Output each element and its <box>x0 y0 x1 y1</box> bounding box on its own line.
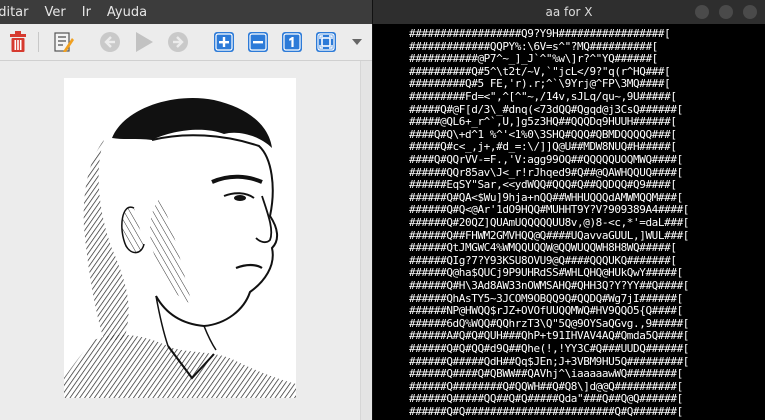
terminal-line: ######Q########Q#QQWH##Q#Q8\]d@@Q#######… <box>409 379 683 393</box>
image-viewer-window: Editar Ver Ir Ayuda <box>0 0 373 420</box>
sketch-portrait-image <box>64 78 296 398</box>
close-button[interactable] <box>743 5 757 19</box>
play-button[interactable] <box>132 30 156 54</box>
terminal-line: ######Q#####QQ##Q#Q#####Qda"###Q##Q@Q###… <box>409 392 683 406</box>
terminal-line: ######QQr85av\J<_r!rJhqed9#Q##@QAWHQQUQ#… <box>409 165 683 179</box>
terminal-line: ######QIg?7?Y93KSU8OVU9@Q####QQQUKQ#####… <box>409 253 677 267</box>
dropdown-chevron-icon <box>352 39 362 45</box>
fit-window-button[interactable] <box>314 30 338 54</box>
zoom-in-button[interactable] <box>212 30 236 54</box>
terminal-line: ######EqSY"Sar,<<ydWQQ#QQQ#Q##QQDQQ#Q9##… <box>409 178 677 192</box>
terminal-line: ######Q#####QdH##Qq$JEn;J+3VBM9HU5Q#####… <box>409 354 690 368</box>
terminal-title: aa for X <box>545 5 593 19</box>
zoom-out-icon <box>248 32 268 52</box>
terminal-line: ####Q#QQrVV-=F.,'V:agg99OQ##QQQQQUOQMWQ#… <box>409 153 683 166</box>
terminal-line: ##########Q#5^\t2t/~V,`"jcL</9?"q(r^HQ##… <box>409 64 671 78</box>
toolbar <box>0 24 372 61</box>
terminal-line: ######Q#H\3Ad8AW33nOWMSAHQ#QHH3Q?Y?YY##Q… <box>409 279 690 292</box>
zoom-in-icon <box>214 32 234 52</box>
back-arrow-icon <box>100 32 120 52</box>
terminal-line: #####@QL6+_r^`,U,]g5z3HQ##QQQDq9HUUH####… <box>409 115 677 129</box>
terminal-line: #########Fd=<",^[^"~,/14v,sJLq/qu~,9U###… <box>409 90 677 103</box>
forward-arrow-icon <box>168 32 188 52</box>
back-button[interactable] <box>98 30 122 54</box>
delete-button[interactable] <box>6 30 30 54</box>
terminal-line: ######Q##FHWM2GMVHQQ@Q####UQavvaGUUL,]WU… <box>409 228 690 242</box>
terminal-line: ######QhAsTY5~3JCOM9OBQQ9Q#QQDQ#Wg7jI###… <box>409 291 683 305</box>
terminal-line: ###########@P7^~_]_J`^"%w\]r?^"YQ######[ <box>409 52 658 66</box>
terminal-line: ######NP@HWQQ$rJZ+OVOfUUQQMWQ#HV9QQO5{Q#… <box>409 304 683 318</box>
minimize-button[interactable] <box>695 5 709 19</box>
terminal-line: ######Q#QA<$Wu]9hja+nQQ##WHHUQQQdAMWMQQM… <box>409 190 683 204</box>
zoom-out-button[interactable] <box>246 30 270 54</box>
terminal-line: #############QQPY%:\6V=s^"?MQ##########[ <box>409 39 658 53</box>
menu-help[interactable]: Ayuda <box>99 5 155 20</box>
terminal-line: ######A#Q#Q#QUH###QhP+t91IHVAV4AQ#Qmda5Q… <box>409 329 690 343</box>
terminal-line: ######Q@ha$QUCj9P9UHRdSS#WHLQHQ@HUkQwY##… <box>409 266 683 280</box>
terminal-line: ######QtJMGWC4%WMQQUQQW@QQWUQQWH8H8WQ###… <box>409 241 677 255</box>
terminal-line: #####Q#c<_,j+,#d_=:\/]]Q@U##MDW8NUQ#H###… <box>409 140 677 154</box>
fit-icon <box>316 32 336 52</box>
maximize-button[interactable] <box>719 5 733 19</box>
terminal-line: ####Q#Q\+d^1 %^'<1%0\3SHQ#QQQ#QBMDQQQQQ#… <box>409 127 677 141</box>
toolbar-separator <box>38 32 39 52</box>
edit-button[interactable] <box>52 30 76 54</box>
zoom-original-button[interactable] <box>280 30 304 54</box>
terminal-line: #########Q#5 FE,'r).r;^`\9Yrj@^FP\3MQ###… <box>409 77 671 91</box>
menu-go[interactable]: Ir <box>74 5 99 20</box>
menubar: Editar Ver Ir Ayuda <box>0 0 372 24</box>
terminal-line: ######Q#Q########################Q#Q####… <box>409 405 683 418</box>
menu-view[interactable]: Ver <box>37 5 74 20</box>
terminal-window: aa for X ##################Q9?Y9H#######… <box>373 0 765 420</box>
toolbar-overflow-button[interactable] <box>350 30 364 54</box>
terminal-line: ######Q#Q#QQ#d9Q##Qhe(!,!YY3C#Q###UUDQ##… <box>409 342 690 355</box>
forward-button[interactable] <box>166 30 190 54</box>
terminal-line: ######Q#Q<@Ar'1dO9HQQ#MUHHT9Y?V?909389A4… <box>409 203 690 217</box>
menu-edit[interactable]: Editar <box>0 5 37 20</box>
portrait-sketch <box>64 97 296 398</box>
trash-icon <box>10 31 26 52</box>
play-icon <box>136 32 153 52</box>
terminal-line: ######Q####Q#QBWW##QAVhj^\iaaaaawWQ#####… <box>409 367 683 381</box>
terminal-line: ######Q#20QZ]QUAmUQQQQQUU8v,@)8-<c,*'=da… <box>409 216 690 229</box>
edit-icon <box>54 32 74 52</box>
terminal-line: ######6dQ%WQQ#QQhrzT3\Q"5Q@9OYSaQGvg.,9#… <box>409 316 690 330</box>
terminal-output: ##################Q9?Y9H################… <box>373 27 765 420</box>
terminal-line: #####Q#@F[d/3\_#dnq(<73dQQ#Qgqd@j3CsQ###… <box>409 102 683 116</box>
terminal-line: ##################Q9?Y9H################… <box>409 27 671 40</box>
zoom-1-icon <box>282 32 302 52</box>
